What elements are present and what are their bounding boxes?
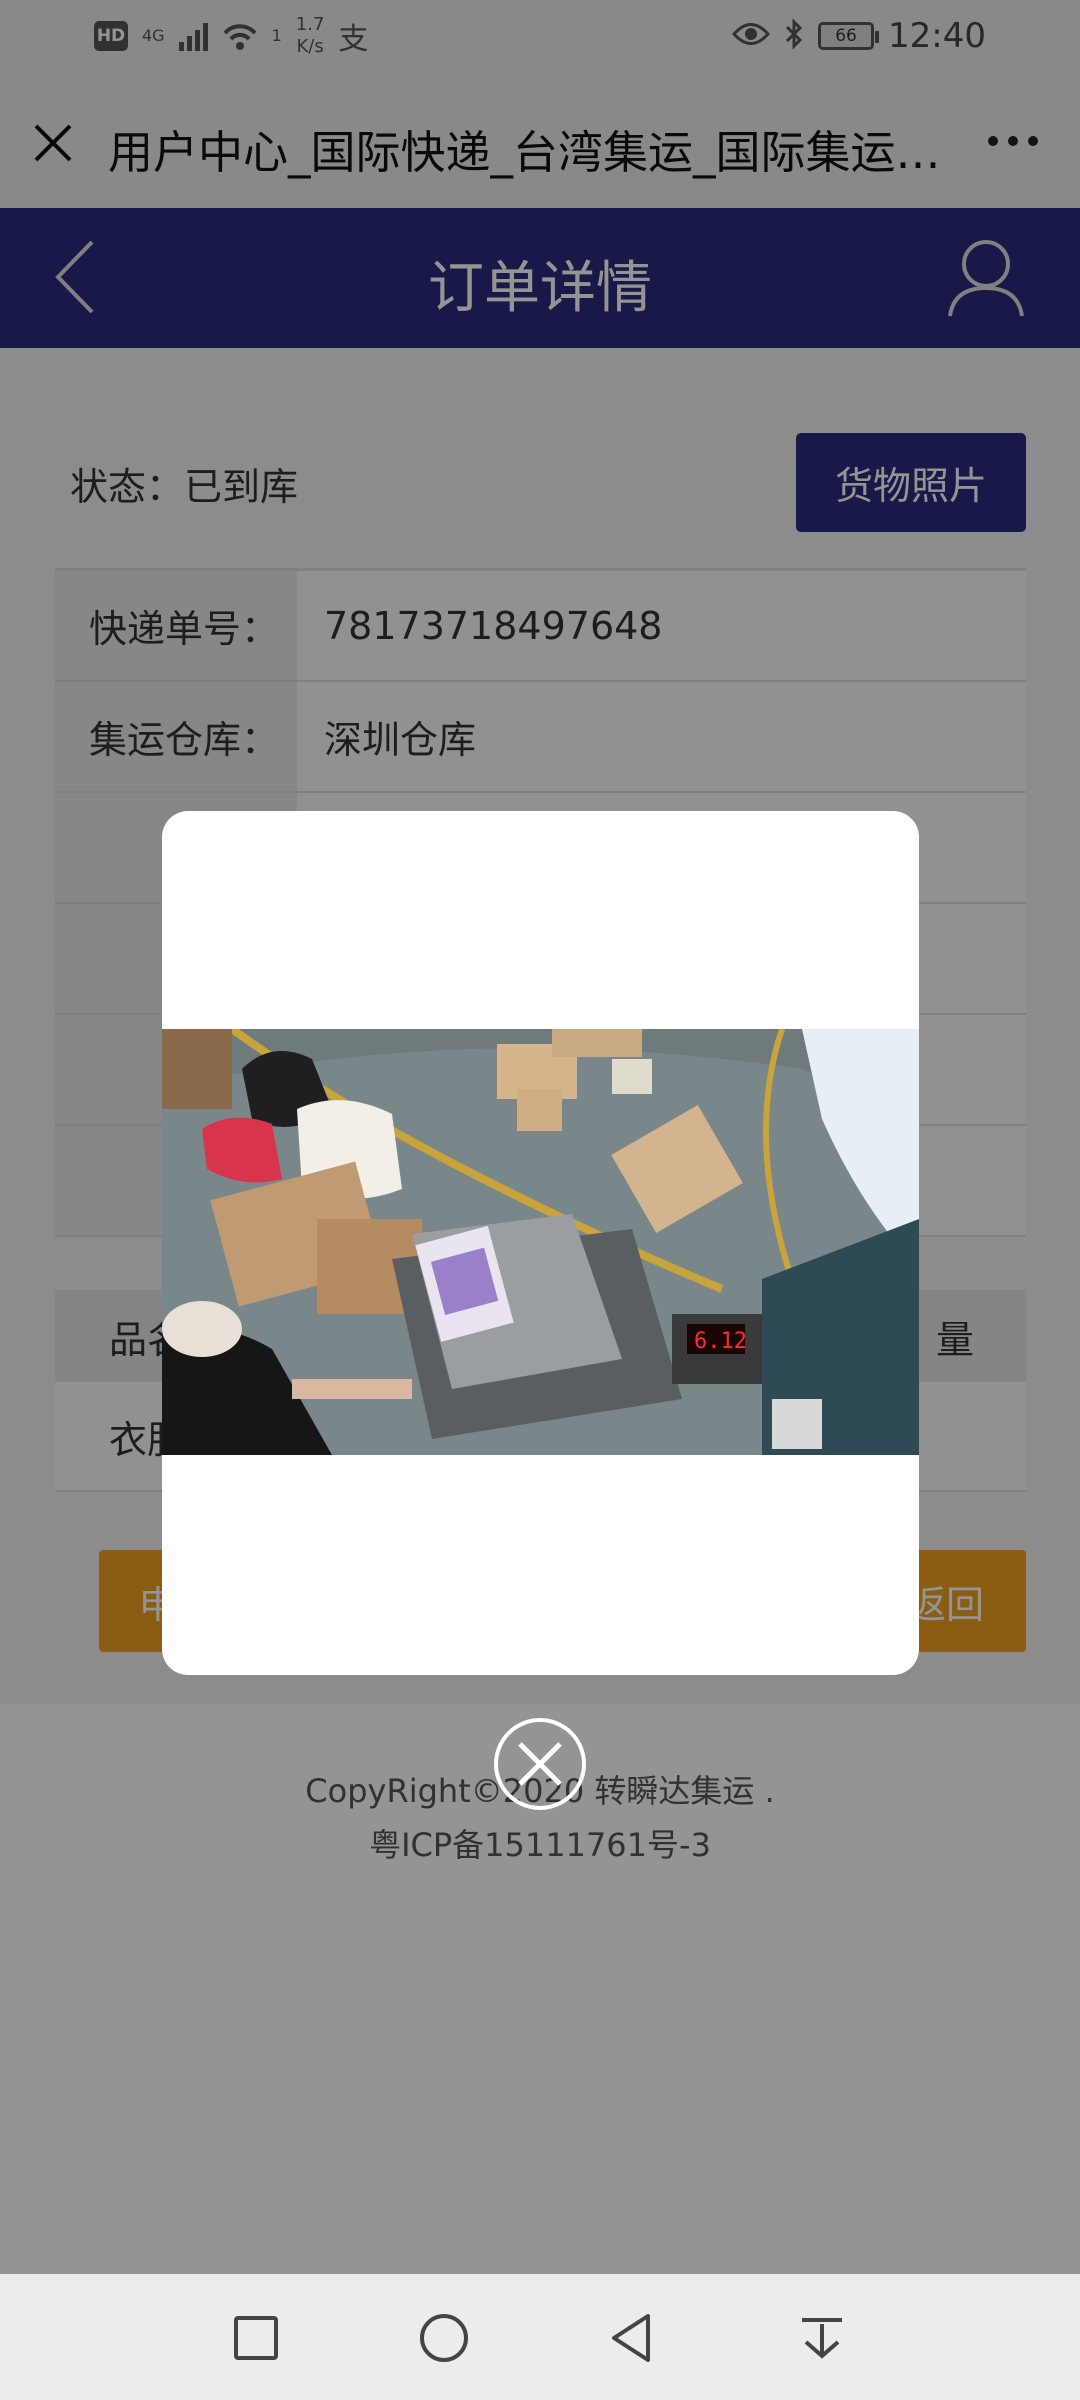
close-icon[interactable] [492, 1716, 588, 1812]
goods-photo: 6.12 [162, 1029, 919, 1455]
photo-modal: 6.12 [162, 811, 919, 1675]
home-icon[interactable] [412, 2306, 476, 2370]
recent-apps-icon[interactable] [224, 2306, 288, 2370]
system-nav-bar [0, 2274, 1080, 2400]
notification-pull-icon[interactable] [790, 2306, 854, 2370]
back-nav-icon[interactable] [600, 2306, 664, 2370]
scale-reading: 6.12 [694, 1329, 747, 1354]
